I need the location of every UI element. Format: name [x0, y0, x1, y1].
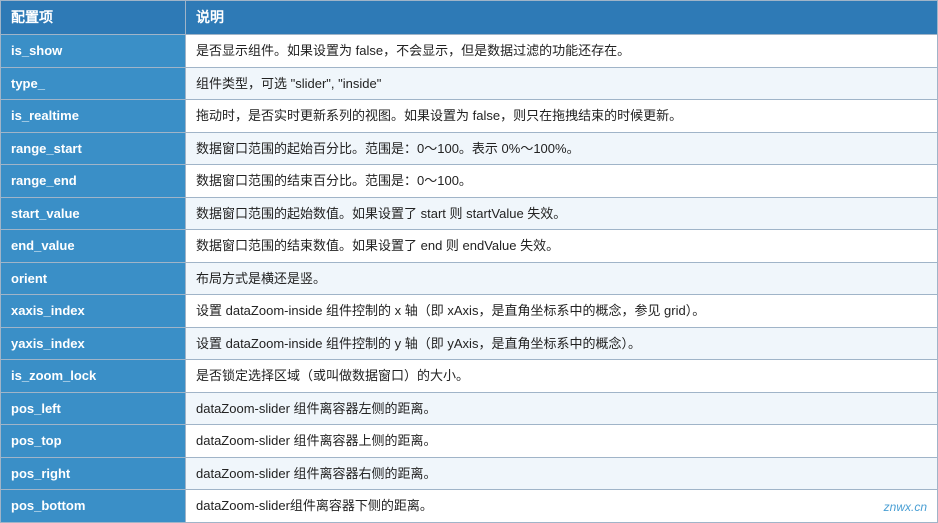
table-row: start_value数据窗口范围的起始数值。如果设置了 start 则 sta…	[1, 197, 938, 230]
config-cell: is_show	[1, 35, 186, 68]
header-desc: 说明	[186, 1, 938, 35]
desc-cell: 数据窗口范围的结束数值。如果设置了 end 则 endValue 失效。	[186, 230, 938, 263]
config-cell: pos_top	[1, 425, 186, 458]
header-config: 配置项	[1, 1, 186, 35]
config-cell: start_value	[1, 197, 186, 230]
table-row: pos_leftdataZoom-slider 组件离容器左侧的距离。	[1, 392, 938, 425]
config-table: 配置项 说明 is_show是否显示组件。如果设置为 false，不会显示，但是…	[0, 0, 938, 523]
desc-cell: 是否显示组件。如果设置为 false，不会显示，但是数据过滤的功能还存在。	[186, 35, 938, 68]
desc-cell: 设置 dataZoom-inside 组件控制的 y 轴（即 yAxis，是直角…	[186, 327, 938, 360]
table-header-row: 配置项 说明	[1, 1, 938, 35]
table-row: type_组件类型，可选 "slider", "inside"	[1, 67, 938, 100]
desc-cell: dataZoom-slider组件离容器下侧的距离。znwx.cn	[186, 490, 938, 523]
table-row: range_start数据窗口范围的起始百分比。范围是：0～100。表示 0%～…	[1, 132, 938, 165]
table-row: orient布局方式是横还是竖。	[1, 262, 938, 295]
config-cell: pos_bottom	[1, 490, 186, 523]
config-cell: pos_right	[1, 457, 186, 490]
table-row: xaxis_index设置 dataZoom-inside 组件控制的 x 轴（…	[1, 295, 938, 328]
config-cell: range_start	[1, 132, 186, 165]
desc-cell: 是否锁定选择区域（或叫做数据窗口）的大小。	[186, 360, 938, 393]
desc-cell: dataZoom-slider 组件离容器左侧的距离。	[186, 392, 938, 425]
desc-cell: 数据窗口范围的起始百分比。范围是：0～100。表示 0%～100%。	[186, 132, 938, 165]
desc-cell: 拖动时，是否实时更新系列的视图。如果设置为 false，则只在拖拽结束的时候更新…	[186, 100, 938, 133]
table-row: pos_rightdataZoom-slider 组件离容器右侧的距离。	[1, 457, 938, 490]
desc-cell: 设置 dataZoom-inside 组件控制的 x 轴（即 xAxis，是直角…	[186, 295, 938, 328]
config-cell: orient	[1, 262, 186, 295]
config-cell: pos_left	[1, 392, 186, 425]
config-cell: range_end	[1, 165, 186, 198]
desc-cell: 数据窗口范围的起始数值。如果设置了 start 则 startValue 失效。	[186, 197, 938, 230]
config-cell: type_	[1, 67, 186, 100]
desc-cell: 数据窗口范围的结束百分比。范围是：0～100。	[186, 165, 938, 198]
config-cell: end_value	[1, 230, 186, 263]
desc-cell: 布局方式是横还是竖。	[186, 262, 938, 295]
table-row: is_show是否显示组件。如果设置为 false，不会显示，但是数据过滤的功能…	[1, 35, 938, 68]
config-cell: is_zoom_lock	[1, 360, 186, 393]
desc-cell: dataZoom-slider 组件离容器右侧的距离。	[186, 457, 938, 490]
table-row: yaxis_index设置 dataZoom-inside 组件控制的 y 轴（…	[1, 327, 938, 360]
desc-cell: dataZoom-slider 组件离容器上侧的距离。	[186, 425, 938, 458]
table-row: pos_bottomdataZoom-slider组件离容器下侧的距离。znwx…	[1, 490, 938, 523]
table-row: range_end数据窗口范围的结束百分比。范围是：0～100。	[1, 165, 938, 198]
table-row: is_zoom_lock是否锁定选择区域（或叫做数据窗口）的大小。	[1, 360, 938, 393]
desc-cell: 组件类型，可选 "slider", "inside"	[186, 67, 938, 100]
config-cell: is_realtime	[1, 100, 186, 133]
table-row: is_realtime拖动时，是否实时更新系列的视图。如果设置为 false，则…	[1, 100, 938, 133]
config-cell: yaxis_index	[1, 327, 186, 360]
table-row: end_value数据窗口范围的结束数值。如果设置了 end 则 endValu…	[1, 230, 938, 263]
config-cell: xaxis_index	[1, 295, 186, 328]
table-row: pos_topdataZoom-slider 组件离容器上侧的距离。	[1, 425, 938, 458]
